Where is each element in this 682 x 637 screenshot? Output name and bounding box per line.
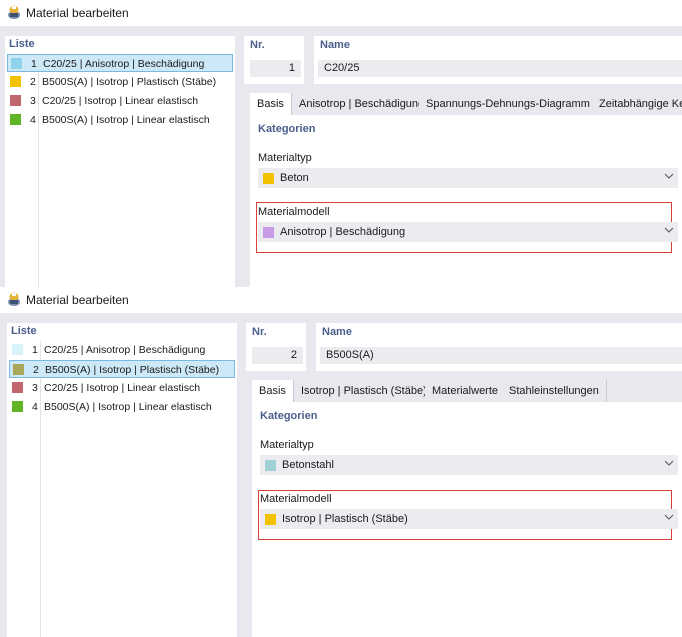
materialmodell-dropdown[interactable]: Anisotrop | Beschädigung [258, 222, 678, 242]
section-title: Kategorien [258, 123, 316, 135]
material-color-swatch [12, 401, 23, 412]
materialmodell-label: Materialmodell [258, 206, 330, 218]
tab-basis[interactable]: Basis [250, 93, 292, 115]
number-label: Nr. [250, 39, 265, 51]
materialtyp-value: Beton [280, 172, 309, 184]
materialmodell-color-swatch [265, 514, 276, 525]
material-color-swatch [10, 95, 21, 106]
list-item-label: B500S(A) | Isotrop | Plastisch (Stäbe) [45, 364, 220, 376]
list-item-label: B500S(A) | Isotrop | Plastisch (Stäbe) [42, 76, 217, 88]
window-title: Material bearbeiten [26, 6, 129, 20]
tab-materialwerte[interactable]: Materialwerte [425, 380, 507, 402]
dialog-body: Liste 1 C20/25 | Anisotrop | Beschädigun… [0, 313, 682, 637]
window-title: Material bearbeiten [26, 293, 129, 307]
number-group: Nr. 1 [244, 36, 304, 84]
tab-content: Kategorien Materialtyp Betonstahl Materi… [252, 402, 682, 637]
list-item-number: 1 [31, 58, 37, 70]
list-header: Liste [11, 325, 37, 337]
name-label: Name [320, 39, 350, 51]
number-label: Nr. [252, 326, 267, 338]
chevron-down-icon [664, 173, 674, 179]
list-header: Liste [9, 38, 35, 50]
material-color-swatch [10, 76, 21, 87]
dialog-body: Liste 1 C20/25 | Anisotrop | Beschädigun… [0, 26, 682, 287]
splitter[interactable] [237, 313, 246, 637]
tab-zeitabhaengige[interactable]: Zeitabhängige Ke [592, 93, 682, 115]
name-field[interactable]: C20/25 [318, 60, 682, 77]
tab-stahleinstellungen[interactable]: Stahleinstellungen [502, 380, 607, 402]
material-dialog-1: Material bearbeiten Liste 1 C20/25 | Ani… [0, 0, 682, 287]
chevron-down-icon [664, 514, 674, 520]
materialtyp-color-swatch [265, 460, 276, 471]
name-group: Name C20/25 [314, 36, 682, 84]
list-item[interactable]: 2 B500S(A) | Isotrop | Plastisch (Stäbe) [9, 360, 235, 378]
materialmodell-label: Materialmodell [260, 493, 332, 505]
title-bar: Material bearbeiten [0, 287, 682, 313]
tab-isotrop-plastisch[interactable]: Isotrop | Plastisch (Stäbe) [294, 380, 435, 402]
material-color-swatch [10, 114, 21, 125]
number-field[interactable]: 2 [252, 347, 303, 364]
list-item-label: C20/25 | Isotrop | Linear elastisch [44, 382, 201, 394]
list-item-label: B500S(A) | Isotrop | Linear elastisch [44, 401, 212, 413]
material-app-icon [8, 5, 20, 19]
material-color-swatch [11, 58, 22, 69]
list-item[interactable]: 4 B500S(A) | Isotrop | Linear elastisch [7, 111, 233, 129]
name-group: Name B500S(A) [316, 323, 682, 371]
name-field[interactable]: B500S(A) [320, 347, 682, 364]
splitter[interactable] [235, 26, 244, 287]
list-item-number: 2 [33, 364, 39, 376]
tab-spannungs-dehnungs-diagramm[interactable]: Spannungs-Dehnungs-Diagramm [419, 93, 598, 115]
chevron-down-icon [664, 227, 674, 233]
list-item[interactable]: 3 C20/25 | Isotrop | Linear elastisch [9, 379, 235, 397]
list-item-number: 2 [30, 76, 36, 88]
list-item[interactable]: 2 B500S(A) | Isotrop | Plastisch (Stäbe) [7, 73, 233, 91]
materialmodell-dropdown[interactable]: Isotrop | Plastisch (Stäbe) [260, 509, 678, 529]
list-item-number: 4 [32, 401, 38, 413]
materialtyp-label: Materialtyp [260, 439, 314, 451]
material-list[interactable]: Liste 1 C20/25 | Anisotrop | Beschädigun… [5, 36, 235, 287]
tab-bar: Basis Anisotrop | Beschädigung Spannungs… [250, 93, 682, 115]
materialtyp-color-swatch [263, 173, 274, 184]
materialmodell-color-swatch [263, 227, 274, 238]
section-title: Kategorien [260, 410, 318, 422]
list-item-label: C20/25 | Anisotrop | Beschädigung [43, 58, 205, 70]
material-app-icon [8, 292, 20, 306]
list-item[interactable]: 1 C20/25 | Anisotrop | Beschädigung [7, 54, 233, 72]
material-color-swatch [12, 382, 23, 393]
name-label: Name [322, 326, 352, 338]
tab-basis[interactable]: Basis [252, 380, 294, 402]
list-item-number: 4 [30, 114, 36, 126]
list-item[interactable]: 1 C20/25 | Anisotrop | Beschädigung [9, 341, 235, 359]
materialtyp-label: Materialtyp [258, 152, 312, 164]
materialtyp-value: Betonstahl [282, 459, 334, 471]
tab-bar: Basis Isotrop | Plastisch (Stäbe) Materi… [252, 380, 682, 402]
number-field[interactable]: 1 [250, 60, 301, 77]
materialmodell-value: Anisotrop | Beschädigung [280, 226, 406, 238]
list-item-label: C20/25 | Isotrop | Linear elastisch [42, 95, 199, 107]
material-color-swatch [12, 344, 23, 355]
materialtyp-dropdown[interactable]: Beton [258, 168, 678, 188]
number-group: Nr. 2 [246, 323, 306, 371]
materialmodell-value: Isotrop | Plastisch (Stäbe) [282, 513, 408, 525]
list-item[interactable]: 4 B500S(A) | Isotrop | Linear elastisch [9, 398, 235, 416]
list-item-number: 3 [32, 382, 38, 394]
material-dialog-2: Material bearbeiten Liste 1 C20/25 | Ani… [0, 287, 682, 637]
tab-content: Kategorien Materialtyp Beton Materialmod… [250, 115, 682, 287]
list-item-label: B500S(A) | Isotrop | Linear elastisch [42, 114, 210, 126]
chevron-down-icon [664, 460, 674, 466]
material-color-swatch [13, 364, 24, 375]
list-item[interactable]: 3 C20/25 | Isotrop | Linear elastisch [7, 92, 233, 110]
tab-anisotrop-beschaedigung[interactable]: Anisotrop | Beschädigung [292, 93, 433, 115]
materialtyp-dropdown[interactable]: Betonstahl [260, 455, 678, 475]
list-item-number: 3 [30, 95, 36, 107]
list-item-label: C20/25 | Anisotrop | Beschädigung [44, 344, 206, 356]
list-item-number: 1 [32, 344, 38, 356]
material-list[interactable]: Liste 1 C20/25 | Anisotrop | Beschädigun… [7, 323, 237, 637]
title-bar: Material bearbeiten [0, 0, 682, 26]
